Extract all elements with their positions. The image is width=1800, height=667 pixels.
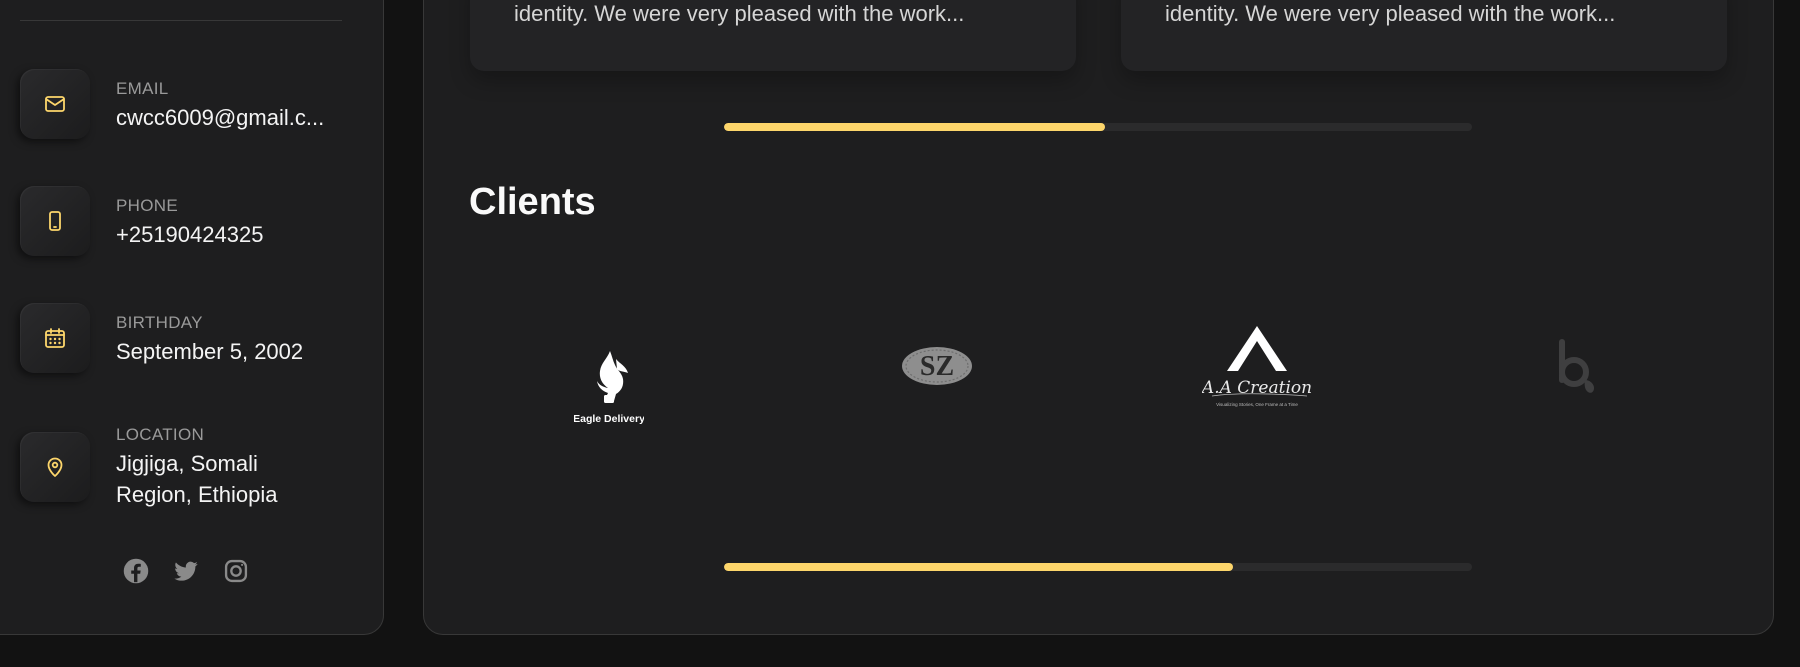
email-label: EMAIL [116, 79, 169, 98]
client-logo-b[interactable]: b [1554, 336, 1602, 402]
email-link[interactable]: cwcc6009@gmail.c... [116, 102, 324, 133]
client-logo-eagle-delivery-text: Eagle Delivery [574, 413, 644, 425]
main-article: identity. We were very pleased with the … [423, 0, 1774, 635]
client-logo-sz[interactable]: SZ [900, 345, 974, 387]
testimonial-text: identity. We were very pleased with the … [1165, 1, 1616, 26]
testimonial-card[interactable]: identity. We were very pleased with the … [470, 0, 1076, 71]
testimonial-card[interactable]: identity. We were very pleased with the … [1121, 0, 1727, 71]
birthday-label: BIRTHDAY [116, 313, 203, 332]
client-logo-b-text: b [1554, 336, 1555, 337]
mail-icon [20, 69, 90, 139]
phone-link[interactable]: +25190424325 [116, 219, 263, 250]
clients-scrollbar-thumb[interactable] [724, 563, 1233, 571]
sidebar-separator [20, 20, 342, 21]
client-logo-aa-creation-tagline: Visualizing Stories, One Frame at a Time [1216, 402, 1298, 407]
clients-scrollbar[interactable] [724, 563, 1472, 571]
client-logo-sz-text: SZ [920, 351, 954, 382]
phone-label: PHONE [116, 196, 178, 215]
phone-icon [20, 186, 90, 256]
birthday-value: September 5, 2002 [116, 339, 304, 364]
sidebar: EMAIL cwcc6009@gmail.c... PHONE +2519042… [0, 0, 384, 635]
testimonials-scrollbar-thumb[interactable] [724, 123, 1106, 131]
client-logo-eagle-delivery[interactable]: Eagle Delivery [573, 347, 645, 427]
location-pin-icon [20, 432, 90, 502]
testimonial-text: identity. We were very pleased with the … [514, 1, 965, 26]
testimonials-scrollbar[interactable] [724, 123, 1472, 131]
calendar-icon [20, 303, 90, 373]
location-value-line2: Region, Ethiopia [116, 482, 278, 507]
client-logo-aa-creation[interactable]: A.A Creation Visualizing Stories, One Fr… [1200, 321, 1312, 416]
location-label: LOCATION [116, 425, 205, 444]
location-value-line1: Jigjiga, Somali [116, 451, 258, 476]
social-links [122, 557, 250, 585]
clients-title: Clients [469, 181, 596, 223]
twitter-icon[interactable] [172, 557, 200, 585]
instagram-icon[interactable] [222, 557, 250, 585]
page: EMAIL cwcc6009@gmail.c... PHONE +2519042… [0, 0, 1800, 667]
facebook-icon[interactable] [122, 557, 150, 585]
